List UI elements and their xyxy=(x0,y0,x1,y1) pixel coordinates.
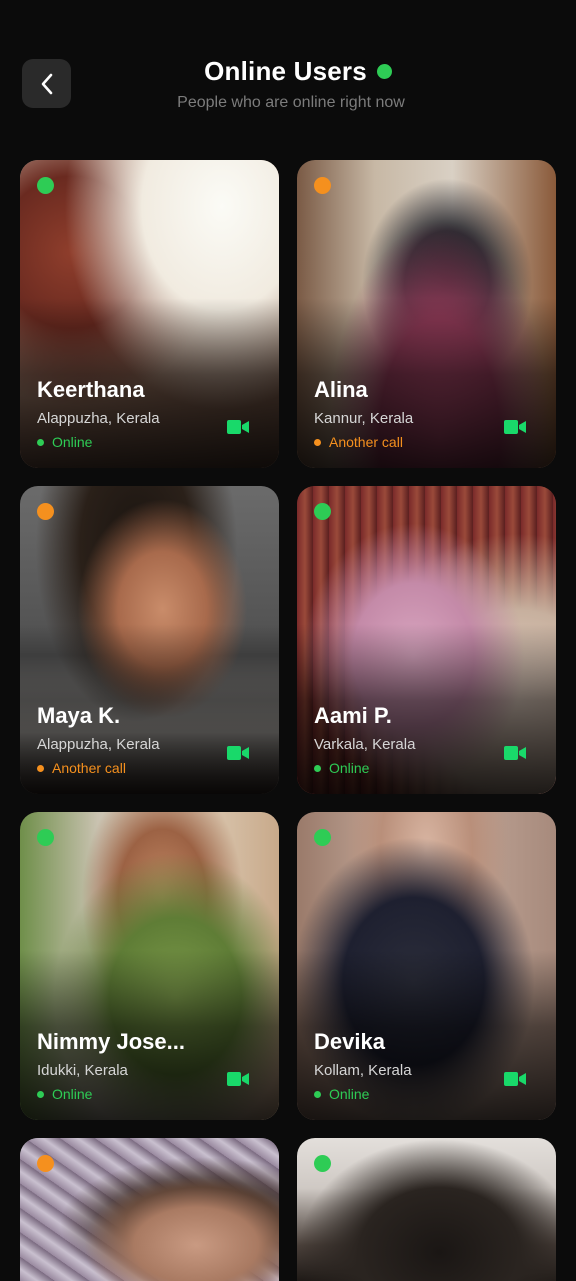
user-location: Varkala, Kerala xyxy=(314,736,416,753)
user-name: Aami P. xyxy=(314,703,392,728)
user-status: Another call xyxy=(314,434,496,450)
status-indicator xyxy=(314,1090,321,1098)
status-text: Another call xyxy=(52,760,126,776)
video-call-icon[interactable] xyxy=(227,1072,249,1086)
status-dot xyxy=(314,829,331,846)
user-location: Alappuzha, Kerala xyxy=(37,736,160,753)
page-subtitle: People who are online right now xyxy=(177,94,405,111)
status-indicator xyxy=(37,438,44,446)
user-photo xyxy=(20,1138,279,1281)
user-card[interactable]: Devika Kollam, Kerala Online xyxy=(297,812,556,1120)
user-info: Nimmy Jose... Idukki, Kerala Online xyxy=(37,1029,219,1102)
user-card[interactable]: Keerthana Alappuzha, Kerala Online xyxy=(20,160,279,468)
status-dot xyxy=(37,1155,54,1172)
video-call-icon[interactable] xyxy=(504,746,526,760)
user-status: Online xyxy=(314,760,496,776)
status-text: Online xyxy=(52,1086,93,1102)
user-card[interactable]: Nimmy Jose... Idukki, Kerala Online xyxy=(20,812,279,1120)
user-name: Nimmy Jose... xyxy=(37,1029,185,1054)
status-indicator xyxy=(314,764,321,772)
header: Online Users People who are online right… xyxy=(0,0,576,150)
status-text: Online xyxy=(329,760,370,776)
user-info: Alina Kannur, Kerala Another call xyxy=(314,377,496,450)
user-status: Another call xyxy=(37,760,219,776)
user-photo xyxy=(297,1138,556,1281)
user-info: Maya K. Alappuzha, Kerala Another call xyxy=(37,703,219,776)
page-title: Online Users xyxy=(204,56,367,86)
user-card[interactable]: Aami P. Varkala, Kerala Online xyxy=(297,486,556,794)
user-card[interactable]: Maya K. Alappuzha, Kerala Another call xyxy=(20,486,279,794)
user-name: Alina xyxy=(314,377,368,402)
status-dot xyxy=(314,177,331,194)
status-text: Online xyxy=(52,434,93,450)
user-card[interactable] xyxy=(20,1138,279,1281)
user-status: Online xyxy=(37,434,219,450)
video-call-icon[interactable] xyxy=(504,1072,526,1086)
user-name: Devika xyxy=(314,1029,385,1054)
status-dot xyxy=(37,829,54,846)
status-dot xyxy=(37,177,54,194)
video-call-icon[interactable] xyxy=(227,420,249,434)
status-indicator xyxy=(314,438,321,446)
user-info: Keerthana Alappuzha, Kerala Online xyxy=(37,377,219,450)
status-text: Another call xyxy=(329,434,403,450)
status-dot xyxy=(314,1155,331,1172)
user-status: Online xyxy=(314,1086,496,1102)
user-location: Alappuzha, Kerala xyxy=(37,410,160,427)
user-card[interactable]: Alina Kannur, Kerala Another call xyxy=(297,160,556,468)
user-grid: Keerthana Alappuzha, Kerala Online Alina… xyxy=(20,160,556,1281)
title-row: Online Users xyxy=(0,56,576,87)
user-name: Keerthana xyxy=(37,377,145,402)
status-text: Online xyxy=(329,1086,370,1102)
user-card[interactable] xyxy=(297,1138,556,1281)
user-location: Kannur, Kerala xyxy=(314,410,414,427)
user-location: Idukki, Kerala xyxy=(37,1062,128,1079)
user-status: Online xyxy=(37,1086,219,1102)
user-location: Kollam, Kerala xyxy=(314,1062,412,1079)
status-dot xyxy=(37,503,54,520)
video-call-icon[interactable] xyxy=(227,746,249,760)
user-info: Devika Kollam, Kerala Online xyxy=(314,1029,496,1102)
video-call-icon[interactable] xyxy=(504,420,526,434)
status-indicator xyxy=(37,764,44,772)
status-dot xyxy=(314,503,331,520)
user-name: Maya K. xyxy=(37,703,121,728)
user-info: Aami P. Varkala, Kerala Online xyxy=(314,703,496,776)
online-indicator xyxy=(376,64,392,79)
status-indicator xyxy=(37,1090,44,1098)
